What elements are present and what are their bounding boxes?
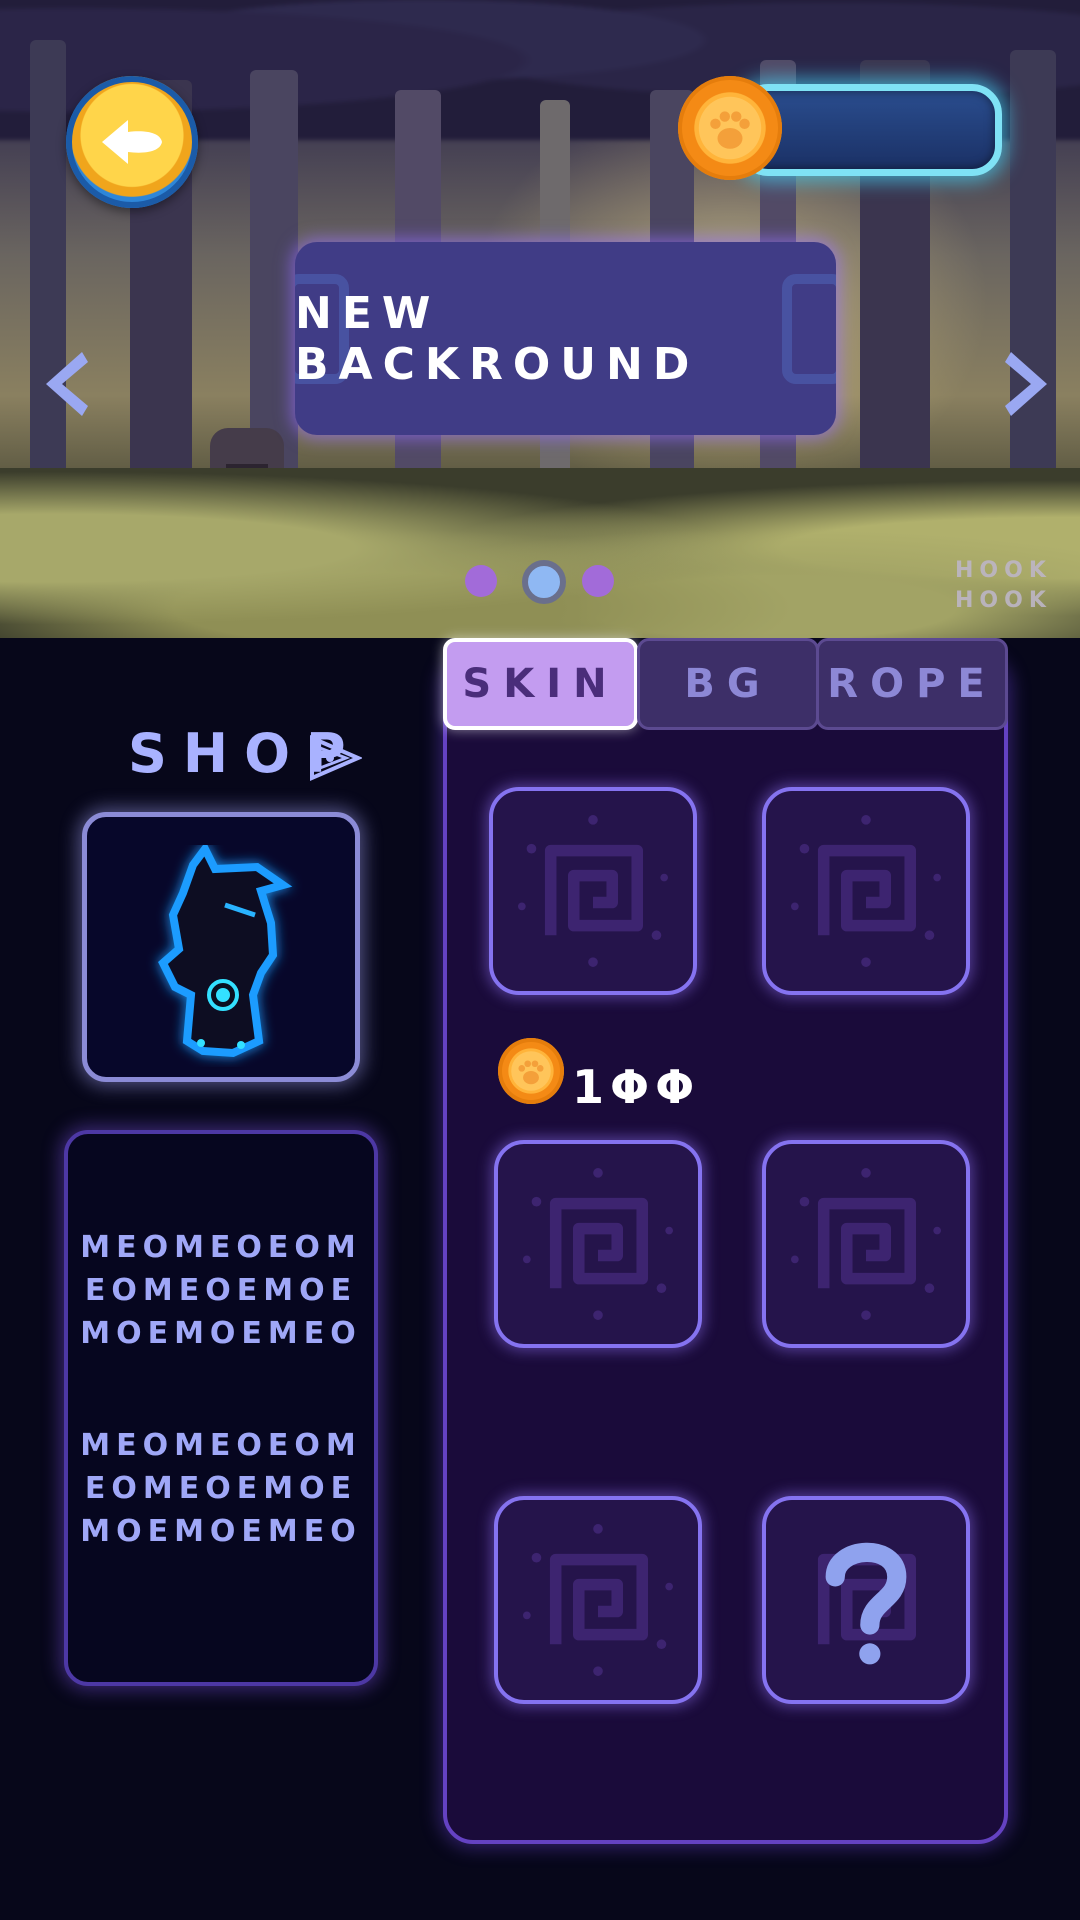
skin-preview (82, 812, 360, 1082)
spiral-icon (523, 1524, 673, 1676)
grass-ground (0, 468, 1080, 638)
tab-rope[interactable]: ROPE (816, 638, 1008, 730)
question-mark-icon (817, 1542, 916, 1665)
item-slot[interactable] (494, 1496, 702, 1704)
spiral-icon (523, 1168, 673, 1320)
spiral-icon (791, 1168, 941, 1320)
paw-coin-icon (678, 76, 782, 180)
tab-bg[interactable]: BG (637, 638, 819, 730)
title-card: NEW BACKROUND (295, 242, 836, 435)
spiral-icon (518, 815, 668, 967)
watermark-line: HOOK (955, 558, 1052, 583)
locked-item-slot[interactable] (762, 1496, 970, 1704)
chevron-right-icon[interactable] (995, 348, 1055, 420)
item-slot[interactable] (762, 1140, 970, 1348)
tab-skin[interactable]: SKIN (443, 638, 638, 730)
forest-banner: NEW BACKROUND HOOK HOOK (0, 0, 1080, 638)
spiral-icon (791, 815, 941, 967)
watermark-line: HOOK (955, 588, 1052, 613)
back-arrow-icon (102, 120, 162, 164)
carousel-dot[interactable] (465, 565, 497, 597)
description-panel: MEOMEOEOM EOMEOEMOE MOEMOEMEO MEOMEOEOM … (64, 1130, 378, 1686)
item-slot[interactable] (762, 787, 970, 995)
chevron-left-icon[interactable] (38, 348, 98, 420)
carousel-dot[interactable] (582, 565, 614, 597)
paw-coin-icon (498, 1038, 564, 1104)
item-slot[interactable] (489, 787, 697, 995)
cat-character-icon (158, 845, 293, 1058)
item-slot[interactable] (494, 1140, 702, 1348)
description-text: MEOMEOEOM EOMEOEMOE MOEMOEMEO (80, 1428, 362, 1549)
item-price: 1ΦΦ (572, 1060, 701, 1114)
banner-title: NEW BACKROUND (295, 287, 700, 390)
hook-hook-watermark: HOOK HOOK (955, 556, 1052, 616)
pyramid-eye-icon (310, 734, 362, 782)
back-button[interactable] (66, 76, 198, 208)
description-text: MEOMEOEOM EOMEOEMOE MOEMOEMEO (80, 1230, 362, 1351)
carousel-dot-active[interactable] (522, 560, 566, 604)
